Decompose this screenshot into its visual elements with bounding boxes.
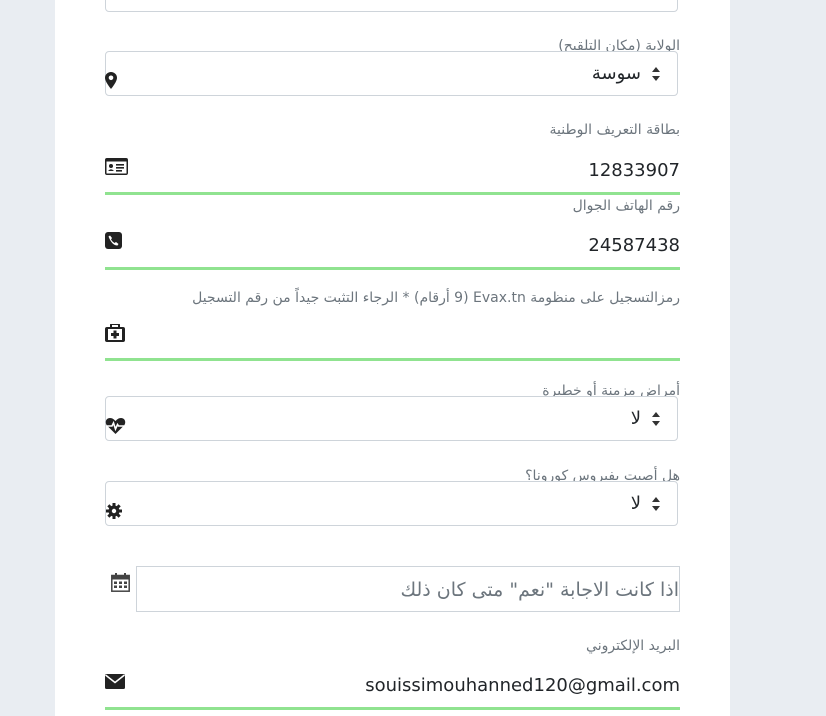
gear-icon (106, 503, 122, 519)
national-id-value: 12833907 (588, 160, 680, 181)
email-label: البريد الإلكتروني (586, 638, 680, 654)
phone-value: 24587438 (588, 235, 680, 256)
form-card: الولاية (مكان التلقيح) سوسة بطاقة التعري… (55, 0, 730, 716)
id-card-icon (105, 158, 128, 175)
national-id-field[interactable]: 12833907 (105, 152, 680, 195)
calendar-icon[interactable] (111, 573, 130, 592)
phone-field[interactable]: 24587438 (105, 227, 680, 270)
email-value: souissimouhanned120@gmail.com (365, 675, 680, 696)
covid-select[interactable]: لا (105, 481, 678, 526)
chronic-value: لا (630, 408, 641, 429)
covid-value: لا (630, 493, 641, 514)
governorate-select[interactable]: سوسة (105, 51, 678, 96)
map-marker-icon (105, 72, 117, 89)
envelope-icon (105, 674, 125, 689)
governorate-value: سوسة (591, 63, 641, 84)
phone-label: رقم الهاتف الجوال (572, 198, 680, 214)
email-field[interactable]: souissimouhanned120@gmail.com (105, 667, 680, 710)
sort-caret-icon (652, 412, 660, 426)
previous-select[interactable] (105, 0, 678, 12)
evax-code-field[interactable] (105, 318, 680, 361)
covid-date-input[interactable]: اذا كانت الاجابة "نعم" متى كان ذلك (136, 566, 680, 612)
covid-date-placeholder: اذا كانت الاجابة "نعم" متى كان ذلك (400, 579, 679, 601)
evax-code-label: رمزالتسجيل على منظومة Evax.tn (9 أرقام) … (192, 290, 680, 306)
medkit-icon (105, 324, 125, 342)
national-id-label: بطاقة التعريف الوطنية (549, 122, 680, 138)
chronic-select[interactable]: لا (105, 396, 678, 441)
sort-caret-icon (652, 497, 660, 511)
heartbeat-icon (105, 418, 126, 434)
phone-icon (105, 232, 122, 249)
sort-caret-icon (652, 67, 660, 81)
